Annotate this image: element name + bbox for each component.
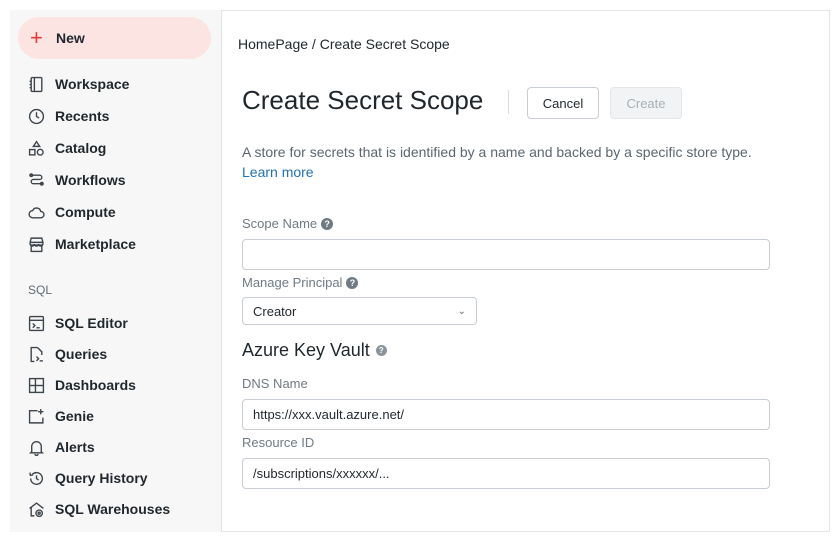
breadcrumb-separator: / bbox=[308, 36, 320, 52]
sidebar-item-alerts[interactable]: Alerts bbox=[28, 434, 218, 460]
scope-name-label: Scope Name ? bbox=[242, 216, 334, 231]
sidebar-item-dashboards[interactable]: Dashboards bbox=[28, 372, 218, 398]
warehouse-icon bbox=[29, 501, 44, 517]
new-button[interactable]: + New bbox=[18, 17, 211, 59]
title-divider bbox=[508, 90, 509, 114]
sidebar-item-label: SQL Warehouses bbox=[55, 501, 171, 517]
sidebar-item-label: Queries bbox=[55, 346, 108, 362]
sidebar-item-label: Alerts bbox=[55, 439, 95, 455]
workspace-icon bbox=[29, 76, 43, 92]
clock-icon bbox=[28, 108, 45, 124]
resource-id-label: Resource ID bbox=[242, 435, 314, 450]
manage-principal-label-text: Manage Principal bbox=[242, 275, 343, 290]
sidebar-item-label: Recents bbox=[55, 108, 110, 124]
help-icon[interactable]: ? bbox=[375, 345, 387, 356]
manage-principal-select[interactable]: Creator ⌄ bbox=[242, 297, 477, 325]
sidebar-item-label: Genie bbox=[55, 408, 94, 424]
sidebar-item-label: Workspace bbox=[55, 76, 130, 92]
cloud-icon bbox=[28, 206, 45, 219]
page-description: A store for secrets that is identified b… bbox=[242, 142, 762, 182]
genie-icon bbox=[28, 408, 44, 424]
new-button-label: New bbox=[56, 30, 85, 46]
store-icon bbox=[29, 236, 44, 252]
sidebar-item-sql-editor[interactable]: SQL Editor bbox=[28, 310, 218, 336]
plus-icon: + bbox=[30, 25, 43, 50]
sidebar-item-genie[interactable]: Genie bbox=[28, 403, 218, 429]
dns-name-label-text: DNS Name bbox=[242, 376, 308, 391]
breadcrumb-home-link[interactable]: HomePage bbox=[238, 36, 308, 52]
sidebar-item-queries[interactable]: Queries bbox=[28, 341, 218, 367]
sidebar-item-label: Marketplace bbox=[55, 236, 136, 252]
sidebar-item-catalog[interactable]: Catalog bbox=[28, 135, 218, 161]
help-icon[interactable]: ? bbox=[346, 276, 359, 289]
sidebar-item-workflows[interactable]: Workflows bbox=[28, 167, 218, 193]
breadcrumb: HomePage / Create Secret Scope bbox=[238, 36, 450, 52]
manage-principal-label: Manage Principal ? bbox=[242, 275, 359, 290]
create-button[interactable]: Create bbox=[610, 87, 682, 119]
sidebar-item-recents[interactable]: Recents bbox=[28, 103, 218, 129]
catalog-icon bbox=[28, 139, 44, 156]
sidebar-item-sql-warehouses[interactable]: SQL Warehouses bbox=[28, 496, 218, 522]
resource-id-label-text: Resource ID bbox=[242, 435, 315, 450]
sidebar-item-compute[interactable]: Compute bbox=[28, 199, 218, 225]
sidebar-item-label: Catalog bbox=[55, 140, 107, 156]
sidebar-item-label: SQL Editor bbox=[55, 315, 128, 331]
dns-name-label: DNS Name bbox=[242, 376, 308, 391]
azure-key-vault-title: Azure Key Vault bbox=[242, 340, 370, 360]
scope-name-label-text: Scope Name bbox=[242, 216, 318, 231]
chevron-down-icon: ⌄ bbox=[457, 305, 466, 317]
workflows-icon bbox=[29, 172, 44, 186]
dns-name-input[interactable]: https://xxx.vault.azure.net/ bbox=[242, 399, 770, 430]
azure-key-vault-heading: Azure Key Vault ? bbox=[242, 340, 387, 361]
sidebar-item-label: Workflows bbox=[55, 172, 126, 188]
resource-id-input[interactable]: /subscriptions/xxxxxx/... bbox=[242, 458, 770, 489]
manage-principal-value: Creator bbox=[253, 303, 297, 319]
help-icon[interactable]: ? bbox=[321, 217, 334, 230]
sql-section-label: SQL bbox=[28, 283, 53, 297]
scope-name-input[interactable] bbox=[242, 239, 770, 270]
bell-icon bbox=[28, 440, 45, 456]
page-title: Create Secret Scope bbox=[242, 85, 484, 115]
breadcrumb-current: Create Secret Scope bbox=[319, 36, 450, 52]
sidebar-item-query-history[interactable]: Query History bbox=[28, 465, 218, 491]
learn-more-link[interactable]: Learn more bbox=[242, 164, 314, 180]
sidebar-item-label: Dashboards bbox=[55, 377, 136, 393]
sql-editor-icon bbox=[28, 315, 45, 331]
sidebar-item-workspace[interactable]: Workspace bbox=[28, 71, 218, 97]
queries-icon bbox=[30, 346, 43, 362]
sidebar-item-label: Compute bbox=[55, 204, 116, 220]
dashboard-icon bbox=[28, 377, 45, 393]
cancel-button[interactable]: Cancel bbox=[527, 87, 599, 119]
sidebar-item-marketplace[interactable]: Marketplace bbox=[28, 231, 218, 257]
sidebar-item-label: Query History bbox=[55, 470, 148, 486]
history-icon bbox=[29, 471, 44, 485]
description-text: A store for secrets that is identified b… bbox=[242, 144, 752, 160]
